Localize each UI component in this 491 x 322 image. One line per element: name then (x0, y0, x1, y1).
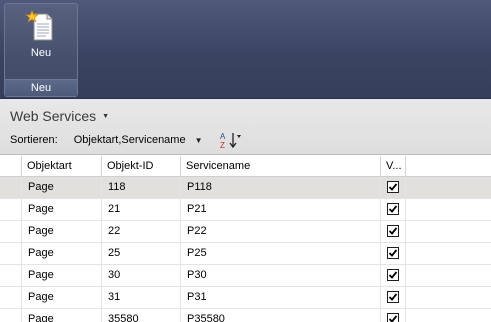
sort-az-icon[interactable]: A Z (219, 131, 243, 150)
check-icon (388, 249, 398, 257)
check-icon (388, 315, 398, 322)
sort-label: Sortieren: (10, 134, 58, 146)
cell-servicename[interactable]: P35580 (181, 309, 381, 322)
published-checkbox[interactable] (387, 269, 399, 281)
table-row[interactable]: Page 31 P31 (0, 287, 491, 309)
row-selector[interactable] (0, 177, 22, 198)
web-services-grid: Objektart Objekt-ID Servicename V... Pag… (0, 156, 491, 322)
table-row[interactable]: Page 21 P21 (0, 199, 491, 221)
cell-objektart[interactable]: Page (22, 177, 102, 198)
ribbon-group-label: Neu (5, 79, 77, 96)
cell-servicename[interactable]: P30 (181, 265, 381, 286)
published-checkbox[interactable] (387, 247, 399, 259)
row-selector[interactable] (0, 309, 22, 322)
cell-servicename[interactable]: P25 (181, 243, 381, 264)
row-selector[interactable] (0, 265, 22, 286)
sort-dropdown-caret-icon[interactable]: ▼ (195, 136, 203, 145)
sort-dropdown[interactable]: Objektart,Servicename (74, 134, 186, 146)
row-selector[interactable] (0, 221, 22, 242)
published-checkbox[interactable] (387, 313, 399, 322)
published-checkbox[interactable] (387, 203, 399, 215)
check-icon (388, 293, 398, 301)
new-button[interactable]: Neu (5, 4, 77, 80)
cell-objekt-id[interactable]: 22 (102, 221, 181, 242)
cell-objekt-id[interactable]: 118 (102, 177, 181, 198)
table-row[interactable]: Page 30 P30 (0, 265, 491, 287)
row-selector[interactable] (0, 243, 22, 264)
cell-servicename[interactable]: P118 (181, 177, 381, 198)
published-checkbox[interactable] (387, 181, 399, 193)
check-icon (388, 183, 398, 191)
new-button-label: Neu (30, 47, 52, 59)
cell-objektart[interactable]: Page (22, 265, 102, 286)
new-document-icon (25, 9, 57, 42)
cell-objekt-id[interactable]: 21 (102, 199, 181, 220)
table-row[interactable]: Page 25 P25 (0, 243, 491, 265)
cell-servicename[interactable]: P21 (181, 199, 381, 220)
svg-text:A: A (220, 132, 226, 141)
grid-header: Objektart Objekt-ID Servicename V... (0, 156, 491, 177)
cell-objektart[interactable]: Page (22, 221, 102, 242)
column-header-published[interactable]: V... (381, 156, 406, 176)
check-icon (388, 271, 398, 279)
cell-objektart[interactable]: Page (22, 199, 102, 220)
row-selector-header (0, 156, 22, 176)
cell-objektart[interactable]: Page (22, 243, 102, 264)
sort-bar: Sortieren: Objektart,Servicename ▼ A Z (10, 131, 243, 150)
check-icon (388, 205, 398, 213)
cell-objekt-id[interactable]: 30 (102, 265, 181, 286)
page-title: Web Services (10, 108, 97, 124)
check-icon (388, 227, 398, 235)
cell-servicename[interactable]: P31 (181, 287, 381, 308)
section-title-dropdown[interactable]: Web Services ▼ (10, 107, 109, 125)
cell-objektart[interactable]: Page (22, 287, 102, 308)
cell-objektart[interactable]: Page (22, 309, 102, 322)
column-header-objekt-id[interactable]: Objekt-ID (102, 156, 181, 176)
row-selector[interactable] (0, 199, 22, 220)
column-header-objektart[interactable]: Objektart (22, 156, 102, 176)
column-header-servicename[interactable]: Servicename (181, 156, 381, 176)
table-row[interactable]: Page 35580 P35580 (0, 309, 491, 322)
table-row[interactable]: Page 22 P22 (0, 221, 491, 243)
cell-objekt-id[interactable]: 25 (102, 243, 181, 264)
cell-servicename[interactable]: P22 (181, 221, 381, 242)
section-header: Web Services ▼ Sortieren: Objektart,Serv… (0, 99, 491, 155)
row-selector[interactable] (0, 287, 22, 308)
caret-down-icon: ▼ (102, 112, 110, 120)
svg-text:Z: Z (220, 141, 225, 149)
ribbon-group-new: Neu Neu (4, 3, 78, 97)
cell-objekt-id[interactable]: 31 (102, 287, 181, 308)
grid-rows: Page 118 P118 Page 21 P21 Page 22 P22 Page 25 P25 Pa… (0, 177, 491, 322)
published-checkbox[interactable] (387, 225, 399, 237)
ribbon: Neu Neu (0, 0, 491, 99)
cell-objekt-id[interactable]: 35580 (102, 309, 181, 322)
published-checkbox[interactable] (387, 291, 399, 303)
table-row[interactable]: Page 118 P118 (0, 177, 491, 199)
